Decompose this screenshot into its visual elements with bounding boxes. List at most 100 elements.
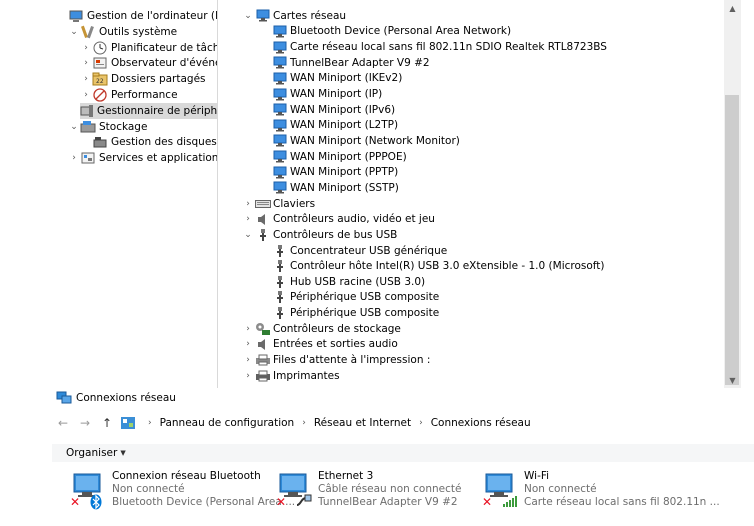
tree-item[interactable]: › Performance <box>80 87 178 103</box>
device-label: WAN Miniport (PPPOE) <box>290 150 407 163</box>
up-arrow-icon[interactable]: ↑ <box>96 416 118 430</box>
tree-item[interactable]: ⌄ Stockage <box>68 119 147 135</box>
scroll-down-arrow-icon[interactable]: ▼ <box>724 372 741 388</box>
chevron-down-icon[interactable]: ▼ <box>120 449 125 457</box>
error-x-icon: ✕ <box>276 495 287 509</box>
ethernet-cable-icon <box>296 494 312 509</box>
tree-item[interactable]: ⌄ Outils système <box>68 24 177 40</box>
back-arrow-icon[interactable]: ← <box>52 416 74 430</box>
device-item[interactable]: WAN Miniport (SSTP) <box>258 180 399 196</box>
breadcrumb-separator-icon: › <box>148 418 152 428</box>
device-category[interactable]: ⌄ Contrôleurs de bus USB <box>241 227 397 243</box>
network-adapter-icon <box>272 118 288 132</box>
tree-item[interactable]: › 22 Dossiers partagés <box>80 71 206 87</box>
device-item[interactable]: TunnelBear Adapter V9 #2 <box>258 55 430 71</box>
device-label: WAN Miniport (IKEv2) <box>290 72 403 85</box>
tree-item[interactable]: Gestion de l'ordinateur (local) <box>56 8 218 24</box>
organize-button[interactable]: Organiser <box>66 447 117 459</box>
tree-item[interactable]: › Observateur d'événeme <box>80 55 217 71</box>
chevron-right-icon[interactable]: › <box>241 339 255 349</box>
breadcrumb-control-panel[interactable]: Panneau de configuration <box>160 417 295 429</box>
network-adapter-icon <box>272 165 288 179</box>
device-label: WAN Miniport (PPTP) <box>290 166 399 179</box>
chevron-down-icon[interactable]: ⌄ <box>68 122 80 132</box>
network-adapter-icon <box>272 103 288 117</box>
network-adapter-icon <box>272 150 288 164</box>
device-label: Périphérique USB composite <box>290 291 440 304</box>
tree-item[interactable]: › Planificateur de tâches <box>80 40 217 56</box>
breadcrumb-network-internet[interactable]: Réseau et Internet <box>314 417 411 429</box>
device-item[interactable]: WAN Miniport (IP) <box>258 86 382 102</box>
device-label: Contrôleurs de stockage <box>273 322 401 335</box>
device-label: Files d'attente à l'impression : <box>273 354 431 367</box>
device-item[interactable]: Concentrateur USB générique <box>258 243 447 259</box>
shared-folder-icon: 22 <box>92 72 108 86</box>
device-category[interactable]: ⌄ Cartes réseau <box>241 8 346 24</box>
chevron-right-icon[interactable]: › <box>80 74 92 84</box>
device-item[interactable]: WAN Miniport (PPTP) <box>258 165 398 181</box>
usb-icon <box>272 244 288 258</box>
device-label: WAN Miniport (IP) <box>290 88 383 101</box>
device-item[interactable]: Périphérique USB composite <box>258 305 439 321</box>
forward-arrow-icon[interactable]: → <box>74 416 96 430</box>
tree-item[interactable]: › Services et applications <box>68 150 218 166</box>
network-connections-icon <box>56 391 72 405</box>
connection-device: TunnelBear Adapter V9 #2 <box>318 496 458 508</box>
breadcrumb-network-connections[interactable]: Connexions réseau <box>431 417 531 429</box>
chevron-right-icon[interactable]: › <box>80 58 92 68</box>
network-connection-item[interactable]: ✕ Wi-Fi Non connecté Carte réseau local san… <box>480 470 720 510</box>
connection-name: Wi-Fi <box>524 470 550 482</box>
connection-details: Connexion réseau Bluetooth Non connecté Bl… <box>112 470 295 510</box>
device-category[interactable]: › Files d'attente à l'impression : <box>241 352 430 368</box>
chevron-right-icon[interactable]: › <box>80 90 92 100</box>
connection-status: Câble réseau non connecté <box>318 483 462 495</box>
chevron-right-icon[interactable]: › <box>80 43 92 53</box>
chevron-right-icon[interactable]: › <box>241 324 255 334</box>
scroll-up-arrow-icon[interactable]: ▲ <box>724 0 741 16</box>
bluetooth-icon <box>90 494 102 513</box>
network-monitor-icon: ✕ <box>480 470 520 510</box>
device-item[interactable]: Périphérique USB composite <box>258 290 439 306</box>
tree-item-label: Planificateur de tâches <box>111 41 217 54</box>
network-adapter-icon <box>272 71 288 85</box>
network-connection-item[interactable]: ✕ Connexion réseau Bluetooth Non connecté B… <box>68 470 295 510</box>
device-item[interactable]: WAN Miniport (IKEv2) <box>258 71 402 87</box>
device-item[interactable]: Carte réseau local sans fil 802.11n SDIO… <box>258 39 607 55</box>
computer-management-window: Gestion de l'ordinateur (local) ⌄ Outils s… <box>0 0 754 388</box>
device-category[interactable]: › Contrôleurs de stockage <box>241 321 401 337</box>
network-adapter-icon <box>272 134 288 148</box>
device-item[interactable]: Contrôleur hôte Intel(R) USB 3.0 eXtensi… <box>258 258 605 274</box>
chevron-right-icon[interactable]: › <box>241 214 255 224</box>
scroll-thumb[interactable] <box>725 95 739 385</box>
device-item[interactable]: WAN Miniport (Network Monitor) <box>258 133 460 149</box>
device-category[interactable]: › Entrées et sorties audio <box>241 337 398 353</box>
device-category[interactable]: › Claviers <box>241 196 315 212</box>
device-tree-scrollbar[interactable]: ▲ ▼ <box>724 0 741 388</box>
device-item[interactable]: Hub USB racine (USB 3.0) <box>258 274 425 290</box>
audio-icon <box>255 212 271 226</box>
network-connection-item[interactable]: ✕ Ethernet 3 Câble réseau non connecté Tunn… <box>274 470 461 510</box>
device-label: Entrées et sorties audio <box>273 338 398 351</box>
tree-item-label: Services et applications <box>99 152 218 165</box>
breadcrumb-separator-icon: › <box>419 418 423 428</box>
chevron-down-icon[interactable]: ⌄ <box>68 27 80 37</box>
device-item[interactable]: WAN Miniport (PPPOE) <box>258 149 407 165</box>
performance-icon <box>92 88 108 102</box>
usb-icon <box>272 275 288 289</box>
device-category[interactable]: › Contrôleurs audio, vidéo et jeu <box>241 211 435 227</box>
chevron-down-icon[interactable]: ⌄ <box>241 230 255 240</box>
chevron-right-icon[interactable]: › <box>241 371 255 381</box>
device-item[interactable]: WAN Miniport (L2TP) <box>258 118 398 134</box>
tree-item[interactable]: Gestion des disques <box>80 134 217 150</box>
connection-status: Non connecté <box>524 483 597 495</box>
chevron-right-icon[interactable]: › <box>241 355 255 365</box>
chevron-down-icon[interactable]: ⌄ <box>241 11 255 21</box>
chevron-right-icon[interactable]: › <box>241 199 255 209</box>
tree-item-label: Gestion de l'ordinateur (local) <box>87 10 218 22</box>
device-manager-icon <box>80 104 94 118</box>
chevron-right-icon[interactable]: › <box>68 153 80 163</box>
tree-item[interactable]: Gestionnaire de périphé <box>80 102 217 119</box>
device-category[interactable]: › Imprimantes <box>241 368 339 384</box>
device-item[interactable]: WAN Miniport (IPv6) <box>258 102 395 118</box>
device-item[interactable]: Bluetooth Device (Personal Area Network) <box>258 24 511 40</box>
